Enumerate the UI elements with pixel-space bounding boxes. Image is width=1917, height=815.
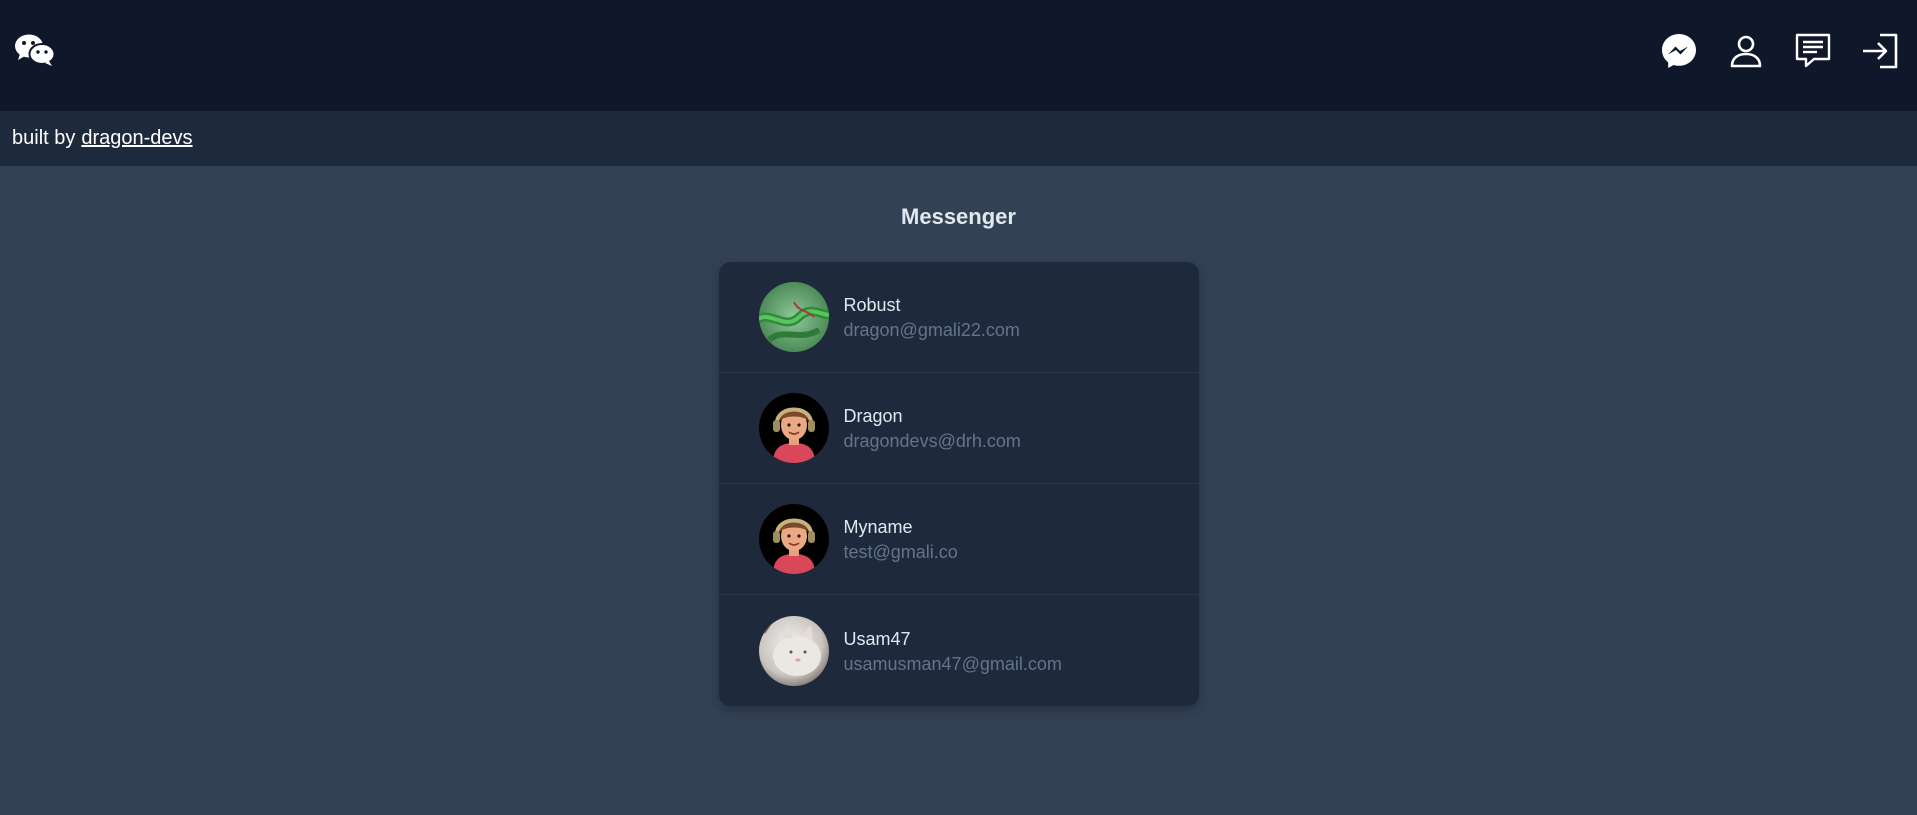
contact-name: Robust [843, 295, 901, 315]
credits-prefix: built by [12, 127, 76, 149]
login-button[interactable] [1858, 29, 1901, 72]
navbar-actions [1657, 29, 1901, 72]
contact-item[interactable]: Robust dragon@gmali22.com [718, 262, 1199, 373]
contact-name: Usam47 [843, 628, 911, 649]
page-title: Messenger [901, 204, 1016, 229]
contact-email: usamusman47@gmail.com [843, 653, 1062, 674]
message-square-icon [1795, 33, 1830, 67]
messenger-button[interactable] [1657, 29, 1700, 72]
contact-item[interactable]: Dragon dragondevs@drh.com [718, 373, 1199, 484]
contact-item[interactable]: Usam47 usamusman47@gmail.com [719, 595, 1199, 706]
contact-name: Myname [843, 517, 913, 537]
contact-email: test@gmali.co [843, 542, 958, 562]
chat-button[interactable] [1791, 29, 1834, 72]
avatar [758, 282, 829, 352]
contact-email: dragondevs@drh.com [843, 431, 1021, 451]
contacts-list: Robust dragon@gmali22.com Dragon dragond… [718, 262, 1199, 706]
avatar [758, 393, 829, 463]
top-navbar [0, 0, 1917, 111]
avatar [758, 504, 829, 574]
sign-in-icon [1862, 33, 1897, 68]
credits-bar: built by dragon-devs [0, 111, 1917, 166]
contact-email: dragon@gmali22.com [843, 320, 1020, 340]
user-icon [1730, 35, 1761, 67]
messenger-icon [1661, 33, 1696, 68]
wechat-logo-icon[interactable] [14, 27, 60, 73]
contact-name: Dragon [843, 406, 903, 426]
contact-item[interactable]: Myname test@gmali.co [718, 484, 1199, 595]
dragon-devs-link[interactable]: dragon-devs [81, 127, 192, 150]
main-content: Messenger Robust dragon@gmali22.com Drag… [0, 166, 1917, 706]
profile-button[interactable] [1724, 29, 1767, 72]
avatar [758, 615, 829, 686]
